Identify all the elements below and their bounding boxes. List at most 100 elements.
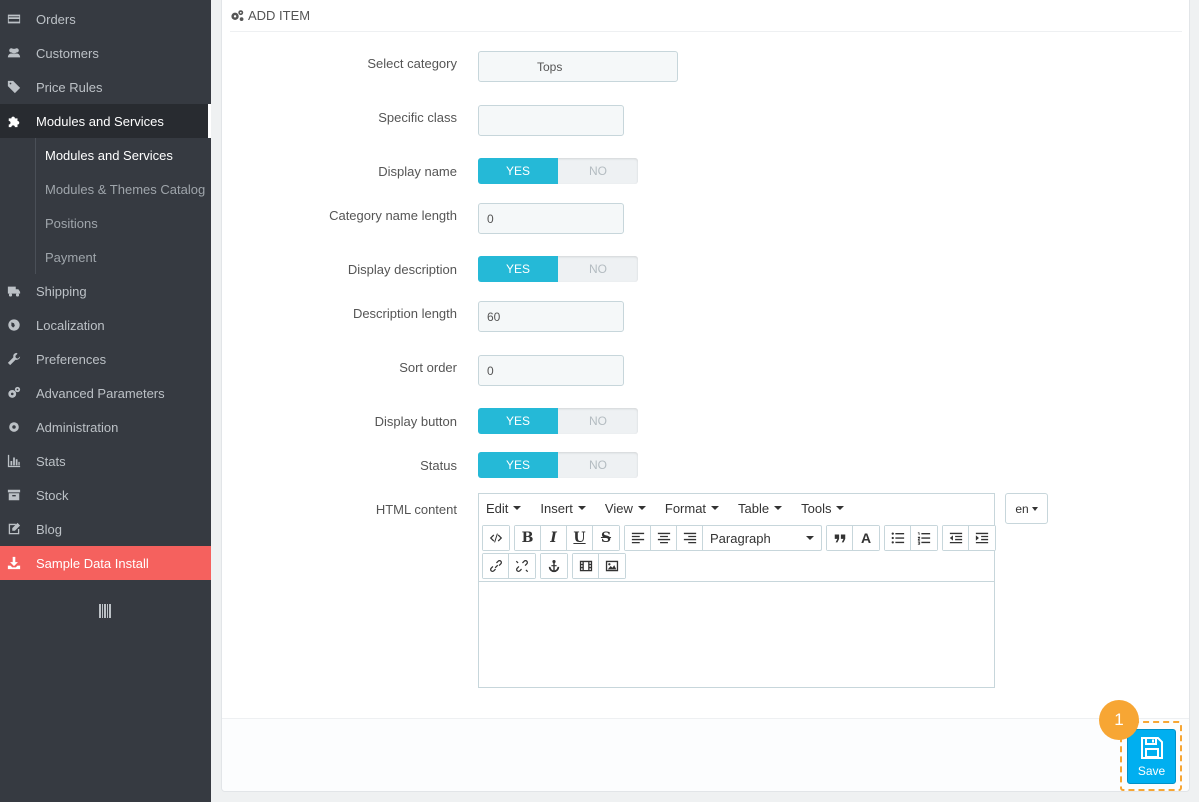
anchor-icon[interactable] (541, 554, 567, 578)
display-button-switch: YES NO (478, 408, 638, 434)
sidebar-item-blog[interactable]: Blog (0, 512, 211, 546)
category-select-value: Tops (537, 59, 563, 74)
editor-content-area[interactable] (479, 581, 994, 687)
media-icon[interactable] (573, 554, 599, 578)
strikethrough-icon[interactable]: S (593, 526, 619, 550)
caret-down-icon (806, 536, 814, 540)
sidebar-item-advanced-parameters[interactable]: Advanced Parameters (0, 376, 211, 410)
sidebar: Orders Customers Price Rules Modules and… (0, 0, 211, 802)
sidebar-item-label: Price Rules (36, 79, 103, 95)
display-name-label: Display name (378, 164, 457, 179)
sort-order-label: Sort order (399, 360, 457, 375)
cogs-icon (0, 386, 36, 400)
source-code-icon[interactable] (483, 526, 509, 550)
category-name-length-input[interactable]: 0 (478, 203, 624, 234)
html-editor: Edit Insert View Format Table Tools B I … (478, 493, 996, 688)
sidebar-item-sample-data-install[interactable]: Sample Data Install (0, 546, 211, 580)
collapse-sidebar-icon[interactable] (99, 604, 111, 618)
puzzle-icon (0, 114, 36, 128)
align-right-icon[interactable] (677, 526, 703, 550)
sidebar-item-administration[interactable]: Administration (0, 410, 211, 444)
align-center-icon[interactable] (651, 526, 677, 550)
caret-down-icon (513, 506, 522, 510)
numbered-list-icon[interactable] (911, 526, 937, 550)
menu-label: Insert (540, 500, 573, 516)
wrench-icon (0, 352, 36, 366)
sidebar-item-localization[interactable]: Localization (0, 308, 211, 342)
block-format-value: Paragraph (710, 530, 771, 546)
sidebar-item-price-rules[interactable]: Price Rules (0, 70, 211, 104)
sidebar-item-label: Customers (36, 45, 99, 61)
submenu-item-label: Modules and Services (45, 147, 173, 163)
description-length-input[interactable]: 60 (478, 301, 624, 332)
tags-icon (0, 80, 36, 94)
sidebar-item-orders[interactable]: Orders (0, 2, 211, 36)
sidebar-item-preferences[interactable]: Preferences (0, 342, 211, 376)
caret-down-icon (577, 506, 586, 510)
display-name-switch: YES NO (478, 158, 638, 184)
status-no[interactable]: NO (558, 452, 638, 478)
select-category-label: Select category (367, 56, 457, 71)
sidebar-item-stats[interactable]: Stats (0, 444, 211, 478)
caret-down-icon (774, 506, 783, 510)
submenu-item-catalog[interactable]: Modules & Themes Catalog (45, 172, 205, 206)
sidebar-item-shipping[interactable]: Shipping (0, 274, 211, 308)
sidebar-item-label: Sample Data Install (36, 555, 149, 571)
status-yes[interactable]: YES (478, 452, 558, 478)
language-dropdown[interactable]: en (1005, 493, 1048, 524)
block-format-select[interactable]: Paragraph (703, 526, 821, 550)
cog-icon (0, 420, 36, 434)
category-name-length-value: 0 (487, 211, 494, 226)
caret-down-icon (1031, 506, 1038, 511)
save-button[interactable]: Save (1127, 729, 1176, 784)
image-icon[interactable] (599, 554, 625, 578)
display-button-no[interactable]: NO (558, 408, 638, 434)
underline-icon[interactable]: U (567, 526, 593, 550)
align-left-icon[interactable] (625, 526, 651, 550)
display-name-no[interactable]: NO (558, 158, 638, 184)
caret-down-icon (836, 506, 845, 510)
display-description-yes[interactable]: YES (478, 256, 558, 282)
display-name-yes[interactable]: YES (478, 158, 558, 184)
specific-class-input[interactable] (478, 105, 624, 136)
sidebar-item-label: Shipping (36, 283, 87, 299)
outdent-icon[interactable] (943, 526, 969, 550)
editor-toolbar-row-1: B I U S Paragraph A (482, 525, 996, 551)
sidebar-item-label: Administration (36, 419, 119, 435)
italic-icon[interactable]: I (541, 526, 567, 550)
menu-edit[interactable]: Edit (483, 501, 524, 516)
submenu-item-modules-and-services[interactable]: Modules and Services (45, 138, 173, 172)
specific-class-label: Specific class (378, 110, 457, 125)
step-badge: 1 (1099, 700, 1139, 740)
download-icon (0, 556, 36, 570)
text-color-icon[interactable]: A (853, 526, 879, 550)
menu-view[interactable]: View (602, 501, 649, 516)
blockquote-icon[interactable] (827, 526, 853, 550)
sort-order-input[interactable]: 0 (478, 355, 624, 386)
sidebar-item-customers[interactable]: Customers (0, 36, 211, 70)
status-label: Status (420, 458, 457, 473)
menu-format[interactable]: Format (662, 501, 722, 516)
category-select[interactable]: Tops (478, 51, 678, 82)
indent-icon[interactable] (969, 526, 995, 550)
submenu-item-positions[interactable]: Positions (45, 206, 98, 240)
menu-insert[interactable]: Insert (537, 501, 589, 516)
save-label: Save (1137, 764, 1166, 778)
sidebar-item-label: Blog (36, 521, 63, 537)
credit-card-icon (0, 12, 36, 26)
sidebar-item-modules[interactable]: Modules and Services (0, 104, 211, 138)
unlink-icon[interactable] (509, 554, 535, 578)
bullet-list-icon[interactable] (885, 526, 911, 550)
menu-tools[interactable]: Tools (798, 501, 847, 516)
floppy-disk-icon (1140, 737, 1163, 759)
archive-icon (0, 488, 36, 502)
sidebar-item-label: Stats (36, 453, 66, 469)
link-icon[interactable] (483, 554, 509, 578)
sidebar-item-stock[interactable]: Stock (0, 478, 211, 512)
bold-icon[interactable]: B (515, 526, 541, 550)
html-content-label: HTML content (375, 502, 457, 517)
menu-table[interactable]: Table (735, 501, 785, 516)
display-description-no[interactable]: NO (558, 256, 638, 282)
display-button-yes[interactable]: YES (478, 408, 558, 434)
submenu-item-payment[interactable]: Payment (45, 240, 96, 274)
